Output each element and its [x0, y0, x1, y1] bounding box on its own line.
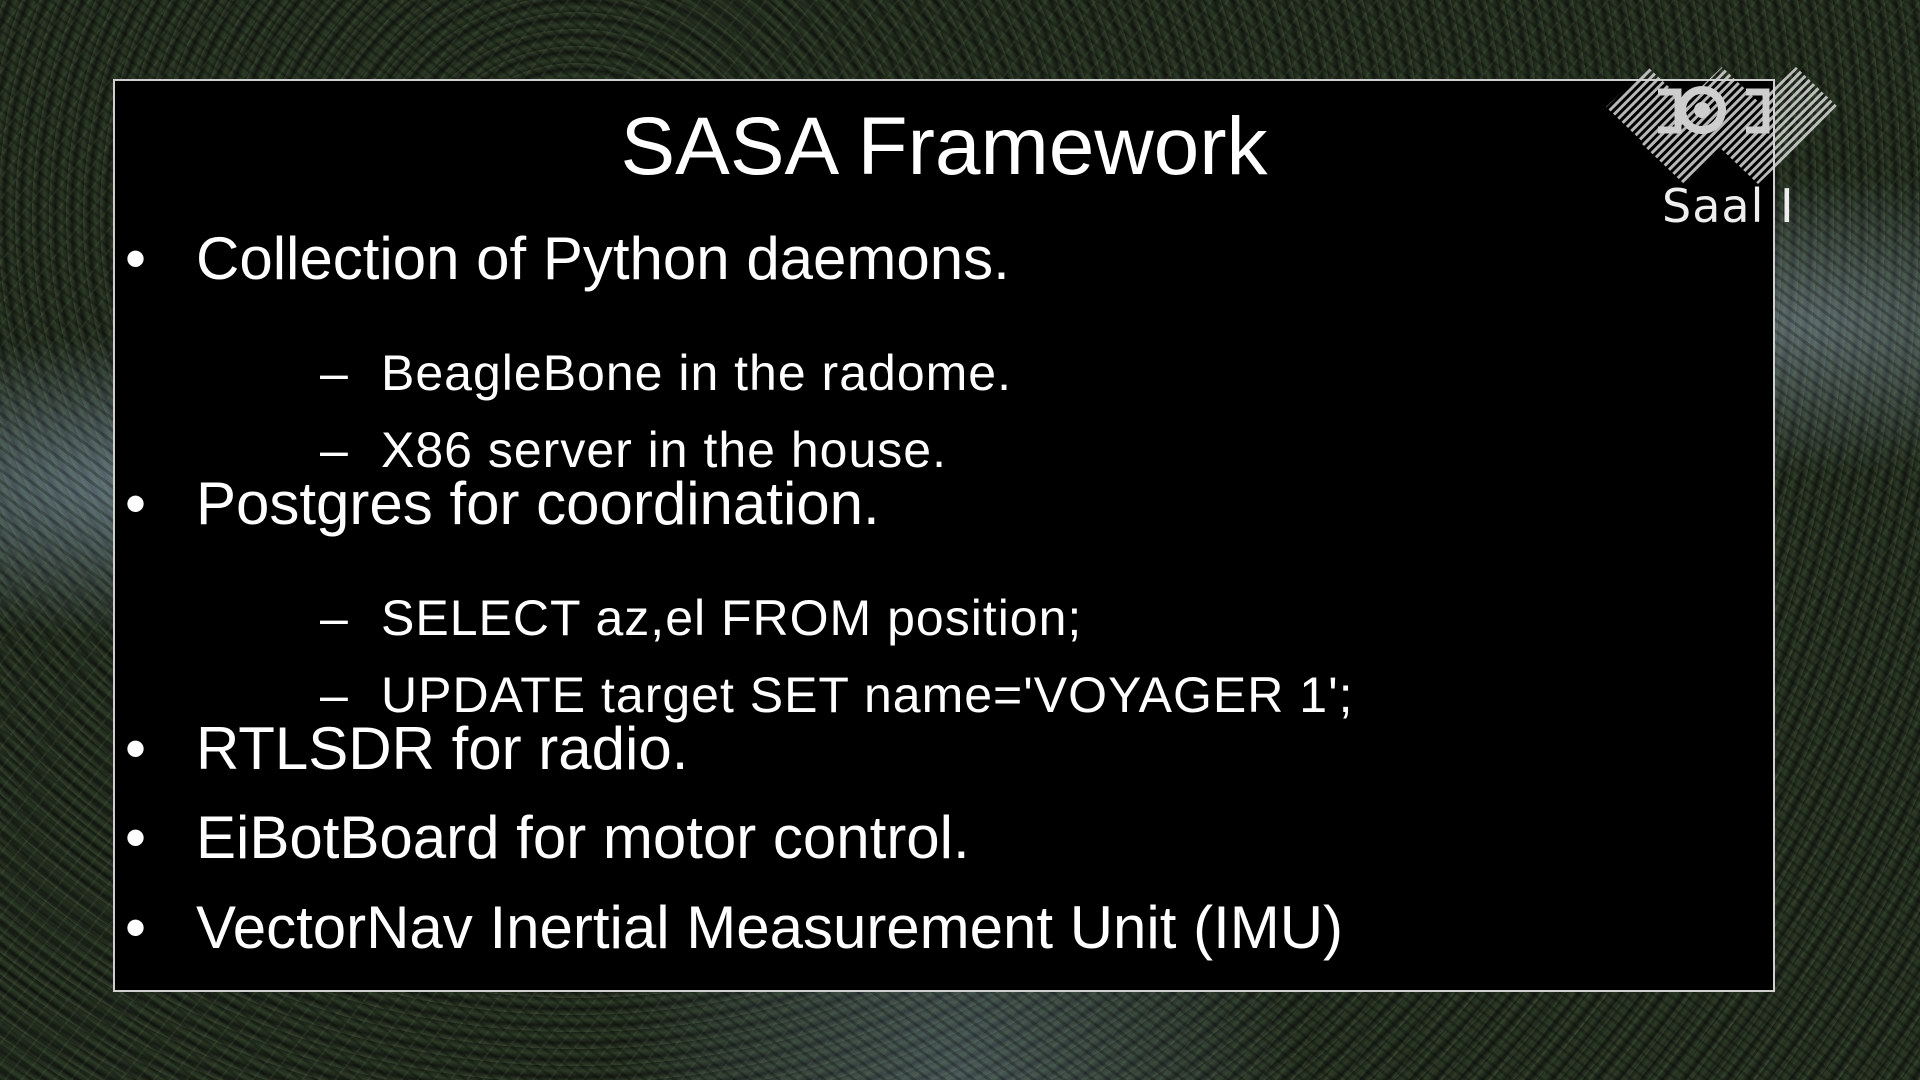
sub-marker: – [320, 667, 349, 723]
slide-title: SASA Framework [620, 101, 1268, 192]
bullet-text: Postgres for coordination. [196, 470, 880, 537]
sub-text: UPDATE target SET name='VOYAGER 1'; [381, 667, 1354, 723]
bullet-text: RTLSDR for radio. [196, 715, 689, 782]
sub-text: X86 server in the house. [381, 422, 947, 478]
room-label: Saal I [1662, 179, 1795, 233]
sub-marker: – [320, 345, 349, 401]
sub-marker: – [320, 422, 349, 478]
sub-text: BeagleBone in the radome. [381, 345, 1012, 401]
presentation-slide: SASA Framework • Collection of Python da… [113, 79, 1775, 992]
bullet-marker: • [125, 715, 147, 782]
sub-marker: – [320, 590, 349, 646]
bullet-text: VectorNav Inertial Measurement Unit (IMU… [196, 894, 1344, 961]
bullet-marker: • [125, 470, 147, 537]
bullet-marker: • [125, 225, 147, 292]
bullet-text: Collection of Python daemons. [196, 225, 1010, 292]
bullet-marker: • [125, 804, 147, 871]
bullet-text: EiBotBoard for motor control. [196, 804, 970, 871]
bullet-marker: • [125, 894, 147, 961]
sub-text: SELECT az,el FROM position; [381, 590, 1083, 646]
